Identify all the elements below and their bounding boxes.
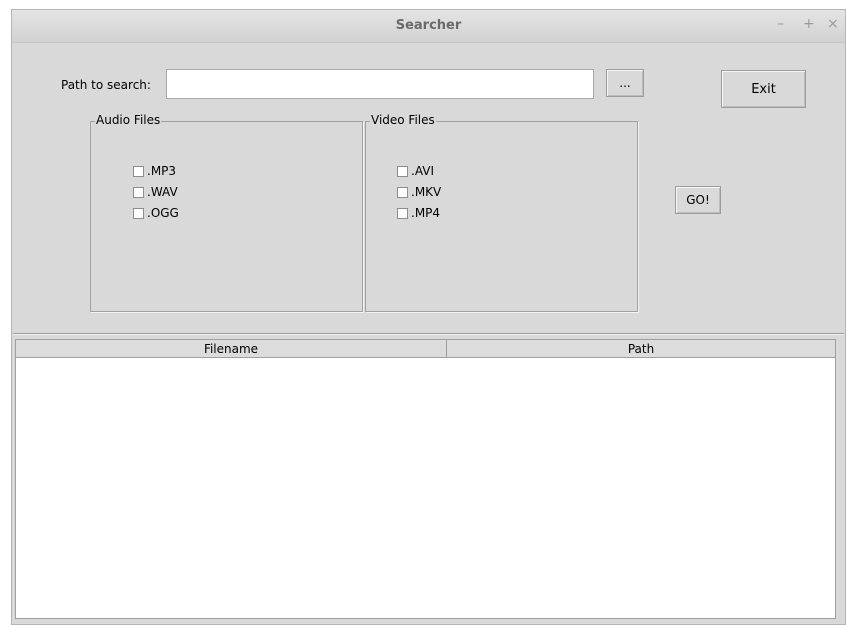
checkbox-mp4[interactable]: .MP4	[397, 204, 440, 222]
table-header: Filename Path	[16, 340, 835, 358]
checkbox-box[interactable]	[133, 186, 144, 198]
checkbox-box[interactable]	[133, 165, 144, 177]
column-header-path[interactable]: Path	[447, 340, 835, 358]
checkbox-wav[interactable]: .WAV	[133, 183, 178, 201]
checkbox-box[interactable]	[133, 207, 144, 219]
app-window: Searcher – + × Path to search: ... Exit …	[11, 9, 846, 625]
checkbox-label: .WAV	[147, 185, 178, 199]
checkbox-box[interactable]	[397, 186, 408, 198]
video-files-title: Video Files	[370, 113, 436, 127]
path-label: Path to search:	[61, 78, 151, 92]
checkbox-box[interactable]	[397, 165, 408, 177]
path-input[interactable]	[166, 69, 594, 99]
maximize-button[interactable]: +	[803, 16, 815, 32]
checkbox-mp3[interactable]: .MP3	[133, 162, 176, 180]
checkbox-label: .MKV	[411, 185, 442, 199]
exit-button[interactable]: Exit	[721, 70, 806, 108]
window-title: Searcher	[395, 18, 462, 33]
title-bar[interactable]: Searcher – + ×	[12, 10, 845, 43]
checkbox-label: .MP4	[411, 206, 441, 220]
checkbox-box[interactable]	[397, 207, 408, 219]
checkbox-label: .OGG	[147, 206, 179, 220]
results-table[interactable]: Filename Path	[15, 339, 836, 619]
column-header-filename[interactable]: Filename	[16, 340, 447, 358]
checkbox-label: .AVI	[411, 164, 435, 178]
close-button[interactable]: ×	[827, 16, 839, 32]
browse-button[interactable]: ...	[606, 69, 644, 97]
checkbox-label: .MP3	[147, 164, 177, 178]
checkbox-avi[interactable]: .AVI	[397, 162, 434, 180]
video-files-group: Video Files .AVI .MKV .MP4	[365, 113, 638, 312]
go-button[interactable]: GO!	[675, 186, 721, 214]
audio-files-group: Audio Files .MP3 .WAV .OGG	[90, 113, 363, 312]
minimize-button[interactable]: –	[777, 16, 784, 32]
audio-files-title: Audio Files	[95, 113, 162, 127]
checkbox-mkv[interactable]: .MKV	[397, 183, 441, 201]
checkbox-ogg[interactable]: .OGG	[133, 204, 179, 222]
